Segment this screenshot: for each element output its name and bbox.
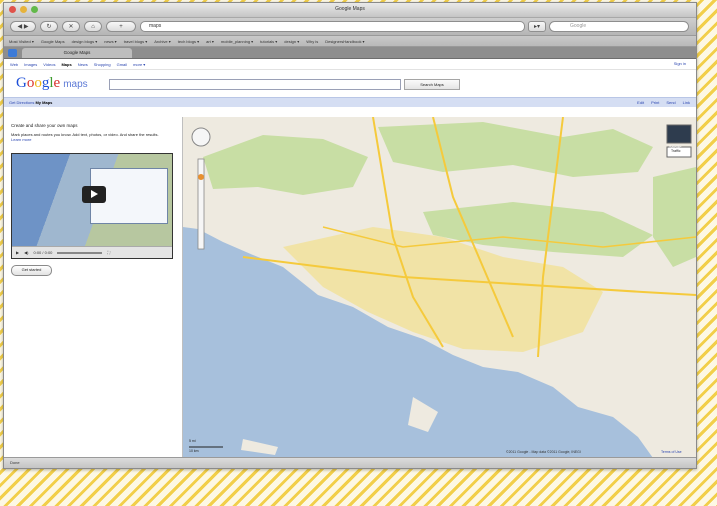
back-forward-button[interactable]: ◀ ▶ — [10, 21, 36, 32]
scale-label-km: 10 km — [189, 449, 199, 453]
logo-product: maps — [63, 79, 88, 90]
pan-control[interactable] — [191, 127, 211, 147]
tab-google-maps[interactable]: Google Maps — [22, 48, 132, 58]
print-link[interactable]: Print — [651, 100, 659, 105]
stop-button[interactable]: ✕ — [62, 21, 80, 32]
play-icon[interactable] — [82, 186, 106, 203]
bookmark-item[interactable]: Most Visited ▾ — [9, 39, 34, 44]
gbar-shopping[interactable]: Shopping — [94, 62, 111, 67]
video-play-icon[interactable]: ▶ — [16, 250, 19, 255]
map-canvas[interactable] — [183, 117, 696, 458]
satellite-button[interactable] — [666, 124, 692, 144]
video-progress[interactable] — [57, 251, 103, 254]
terms-link[interactable]: Terms of Use — [661, 450, 682, 454]
sidebar-heading: Create and share your own maps — [11, 123, 78, 128]
get-started-button[interactable]: Get started — [11, 265, 52, 276]
map-view[interactable]: Satellite Traffic 5 mi 10 km ©2011 Googl… — [183, 117, 696, 458]
gbar-news[interactable]: News — [78, 62, 88, 67]
add-bookmark-button[interactable]: + — [106, 21, 136, 32]
bookmark-item[interactable]: art ▾ — [206, 39, 214, 44]
search-maps-button[interactable]: Search Maps — [404, 79, 460, 90]
learn-more-link[interactable]: Learn more — [11, 137, 176, 143]
bookmark-item[interactable]: mobile_planning ▾ — [221, 39, 253, 44]
bookmark-item[interactable]: DesignersHandbook ▾ — [325, 39, 364, 44]
sign-in-link[interactable]: Sign in — [674, 61, 686, 66]
browser-search-field[interactable]: Google — [549, 21, 689, 32]
bookmark-item[interactable]: design blogs ▾ — [72, 39, 98, 44]
my-maps-tab[interactable]: My Maps — [35, 100, 52, 105]
status-bar: Done — [4, 457, 696, 468]
main-content: Create and share your own maps Mark plac… — [4, 117, 696, 458]
video-volume-icon[interactable]: ◀) — [24, 250, 28, 255]
url-field[interactable]: maps — [140, 21, 525, 32]
sidebar-body: Mark places and routes you know. Add tex… — [11, 131, 159, 137]
maps-link-bar: Get Directions My Maps Edit Print Send L… — [4, 97, 696, 107]
reload-button[interactable]: ↻ — [40, 21, 58, 32]
bookmark-item[interactable]: tech blogs ▾ — [178, 39, 199, 44]
browser-toolbar: ◀ ▶ ↻ ✕ ⌂ + maps ▸▾ Google — [4, 18, 696, 36]
link-link[interactable]: Link — [683, 100, 690, 105]
get-directions-link[interactable]: Get Directions — [9, 100, 34, 105]
bookmark-item[interactable]: design ▾ — [284, 39, 299, 44]
favicon-icon — [8, 49, 17, 57]
bookmark-item[interactable]: Google Maps — [41, 39, 65, 44]
bookmark-item[interactable]: Archive ▾ — [154, 39, 170, 44]
send-link[interactable]: Send — [666, 100, 675, 105]
title-bar: Google Maps — [4, 3, 696, 18]
google-maps-logo[interactable]: Google maps — [16, 75, 88, 92]
gbar-web[interactable]: Web — [10, 62, 18, 67]
bookmark-item[interactable]: news ▾ — [104, 39, 116, 44]
sidebar: Create and share your own maps Mark plac… — [4, 117, 183, 458]
gbar-more[interactable]: more ▾ — [133, 62, 145, 67]
zoom-slider[interactable] — [197, 158, 205, 250]
rss-icon[interactable]: ▸▾ — [528, 21, 546, 32]
edit-link[interactable]: Edit — [637, 100, 644, 105]
gbar-videos[interactable]: Videos — [43, 62, 55, 67]
bookmark-item[interactable]: tutorials ▾ — [260, 39, 277, 44]
google-bar: Web Images Videos Maps News Shopping Gma… — [4, 59, 696, 70]
map-copyright: ©2011 Google - Map data ©2011 Google, IN… — [506, 450, 581, 454]
video-time: 0:00 / 0:00 — [33, 250, 53, 255]
bookmark-item[interactable]: Why is — [306, 39, 318, 44]
window-title: Google Maps — [335, 6, 365, 12]
scale-label-mi: 5 mi — [189, 439, 196, 443]
bookmarks-bar: Most Visited ▾ Google Maps design blogs … — [4, 36, 696, 47]
video-fullscreen-icon[interactable]: ⛶ — [107, 250, 110, 255]
gbar-gmail[interactable]: Gmail — [117, 62, 127, 67]
maps-header: Google maps Search Maps — [4, 70, 696, 97]
bookmark-item[interactable]: travel blogs ▾ — [124, 39, 148, 44]
gbar-maps[interactable]: Maps — [61, 62, 71, 67]
video-player[interactable]: ▶ ◀) 0:00 / 0:00 ⛶ — [11, 153, 173, 259]
home-button[interactable]: ⌂ — [84, 21, 102, 32]
video-controls: ▶ ◀) 0:00 / 0:00 ⛶ — [12, 246, 172, 258]
gbar-images[interactable]: Images — [24, 62, 37, 67]
browser-window: Google Maps ◀ ▶ ↻ ✕ ⌂ + maps ▸▾ Google M… — [3, 2, 697, 469]
tab-bar: Google Maps — [4, 47, 696, 59]
pegman-icon[interactable] — [198, 174, 204, 180]
traffic-label: Traffic — [671, 149, 681, 153]
maps-search-input[interactable] — [109, 79, 401, 90]
